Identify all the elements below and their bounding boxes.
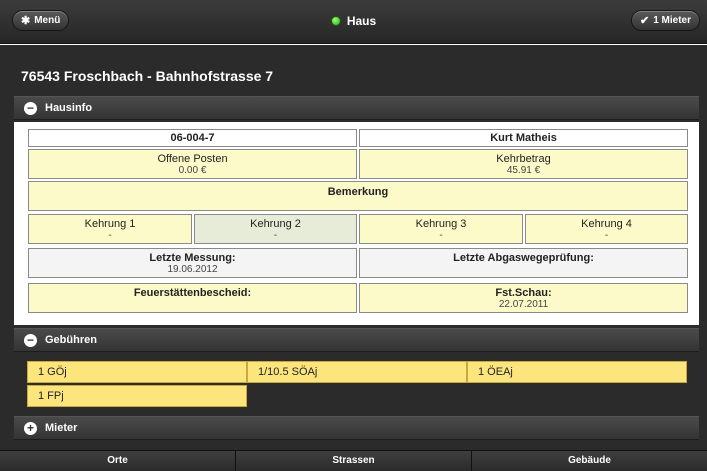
fstschau-label: Fst.Schau: bbox=[495, 287, 552, 299]
header-title: Haus bbox=[0, 14, 707, 28]
offene-posten-label: Offene Posten bbox=[157, 153, 228, 165]
kehrung-1-value: - bbox=[108, 230, 112, 241]
kehrung-2-value: - bbox=[273, 230, 278, 241]
feuerstaetten-cell: Feuerstättenbescheid: bbox=[28, 283, 357, 313]
kehrbetrag-value: 45.91 € bbox=[506, 165, 541, 176]
tab-gebaeude[interactable]: Gebäude bbox=[472, 451, 707, 471]
kehrung-2-cell: Kehrung 2 - bbox=[194, 214, 357, 244]
tab-strassen[interactable]: Strassen bbox=[236, 451, 472, 471]
fstschau-cell: Fst.Schau: 22.07.2011 bbox=[359, 283, 688, 313]
section-hausinfo-header[interactable]: − Hausinfo bbox=[14, 96, 699, 120]
header-title-text: Haus bbox=[346, 14, 377, 28]
section-gebuehren-label: Gebühren bbox=[45, 334, 97, 346]
kehrung-4-label: Kehrung 4 bbox=[581, 218, 632, 230]
gebuehren-panel: 1 GÖj 1/10.5 SÖAj 1 ÖEAj 1 FPj bbox=[14, 354, 699, 416]
offene-posten-cell: Offene Posten 0.00 € bbox=[28, 149, 357, 179]
kehrung-4-cell: Kehrung 4 - bbox=[525, 214, 688, 244]
kehrung-3-cell: Kehrung 3 - bbox=[359, 214, 523, 244]
house-id: 06-004-7 bbox=[28, 129, 357, 147]
page-title: 76543 Froschbach - Bahnhofstrasse 7 bbox=[21, 68, 274, 84]
kehrung-1-cell: Kehrung 1 - bbox=[28, 214, 192, 244]
kehrbetrag-cell: Kehrbetrag 45.91 € bbox=[359, 149, 688, 179]
letzte-messung-value: 19.06.2012 bbox=[167, 264, 218, 275]
kehrung-3-value: - bbox=[439, 230, 443, 241]
section-mieter-header[interactable]: + Mieter bbox=[14, 416, 699, 440]
kehrung-3-label: Kehrung 3 bbox=[415, 218, 467, 230]
status-indicator-icon bbox=[330, 16, 341, 26]
kehrbetrag-label: Kehrbetrag bbox=[496, 153, 551, 165]
kehrung-1-label: Kehrung 1 bbox=[84, 218, 136, 230]
hausinfo-panel: 06-004-7 Kurt Matheis Offene Posten 0.00… bbox=[14, 122, 699, 325]
checkmark-icon: ✔ bbox=[639, 15, 650, 27]
kehrung-4-value: - bbox=[604, 230, 609, 241]
collapse-icon: − bbox=[24, 333, 37, 347]
expand-icon: + bbox=[24, 421, 37, 435]
offene-posten-value: 0.00 € bbox=[178, 165, 207, 176]
tenant-button[interactable]: ✔ 1 Mieter bbox=[630, 10, 700, 31]
bemerkung-cell: Bemerkung bbox=[28, 181, 688, 211]
section-gebuehren-header[interactable]: − Gebühren bbox=[14, 328, 699, 352]
kehrung-2-label: Kehrung 2 bbox=[250, 218, 301, 230]
fee-item[interactable]: 1 ÖEAj bbox=[467, 361, 687, 383]
fstschau-value: 22.07.2011 bbox=[498, 299, 549, 310]
abgaswege-cell: Letzte Abgaswegeprüfung: bbox=[359, 248, 688, 278]
letzte-messung-cell: Letzte Messung: 19.06.2012 bbox=[28, 248, 357, 278]
collapse-icon: − bbox=[24, 101, 37, 115]
section-mieter-label: Mieter bbox=[45, 422, 78, 434]
owner-name: Kurt Matheis bbox=[359, 129, 688, 147]
main-content: 76543 Froschbach - Bahnhofstrasse 7 − Ha… bbox=[0, 45, 707, 450]
footer-nav: Orte Strassen Gebäude bbox=[0, 450, 707, 471]
fee-item[interactable]: 1 GÖj bbox=[27, 361, 247, 383]
tenant-label: 1 Mieter bbox=[653, 15, 691, 26]
letzte-messung-label: Letzte Messung: bbox=[149, 252, 236, 264]
fee-item[interactable]: 1/10.5 SÖAj bbox=[247, 361, 467, 383]
fee-item[interactable]: 1 FPj bbox=[27, 385, 247, 407]
tab-orte[interactable]: Orte bbox=[0, 451, 236, 471]
section-hausinfo-label: Hausinfo bbox=[45, 102, 93, 114]
app-header: ✱ Menü Haus ✔ 1 Mieter bbox=[0, 0, 707, 44]
